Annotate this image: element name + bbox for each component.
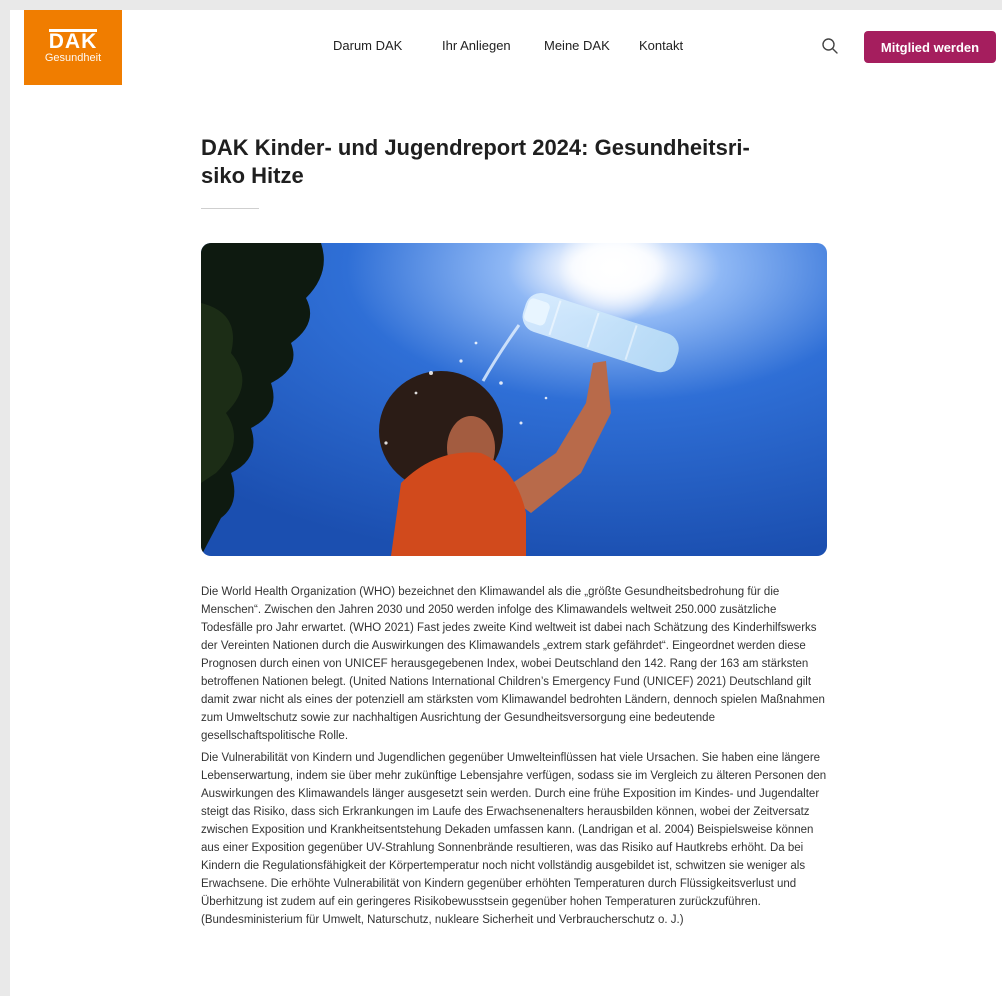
search-icon[interactable] (821, 37, 839, 55)
nav-item-ihr-anliegen[interactable]: Ihr Anliegen (442, 38, 511, 53)
page-title-line-2: siko Hitze (201, 163, 304, 188)
site-header: DAK Gesundheit Darum DAK Ihr Anliegen Me… (10, 10, 1002, 96)
nav-item-darum-dak[interactable]: Darum DAK (333, 38, 402, 53)
page-title: DAK Kinder- und Jugendreport 2024: Gesun… (201, 134, 821, 190)
article-paragraph-2: Die Vulnerabilität von Kindern und Jugen… (201, 752, 827, 926)
page: DAK Gesundheit Darum DAK Ihr Anliegen Me… (10, 10, 1002, 996)
hero-image (201, 243, 827, 556)
nav-item-kontakt[interactable]: Kontakt (639, 38, 683, 53)
article-paragraph-1: Die World Health Organization (WHO) beze… (201, 586, 825, 742)
title-divider (201, 208, 259, 209)
nav-item-meine-dak[interactable]: Meine DAK (544, 38, 610, 53)
hero-photo-illustration (201, 243, 827, 556)
page-title-line-1: DAK Kinder- und Jugendreport 2024: Gesun… (201, 135, 750, 160)
main-nav: Darum DAK Ihr Anliegen Meine DAK Kontakt (10, 38, 1002, 58)
become-member-button[interactable]: Mitglied werden (864, 31, 996, 63)
